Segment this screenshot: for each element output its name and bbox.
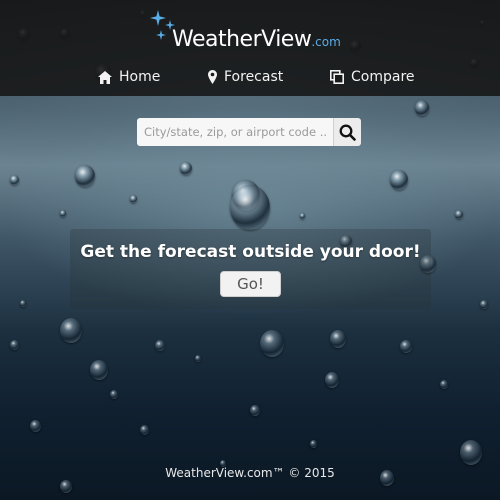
raindrop: [455, 210, 463, 219]
hero-title: Get the forecast outside your door!: [80, 242, 421, 262]
nav-item-forecast[interactable]: Forecast: [208, 66, 283, 88]
raindrop: [155, 340, 165, 351]
raindrop: [75, 165, 95, 187]
raindrop: [260, 330, 284, 357]
location-search-input[interactable]: [137, 118, 333, 146]
footer: WeatherView.com™ © 2015: [0, 466, 500, 480]
main-nav: Home Forecast Compare: [0, 62, 500, 90]
raindrop: [180, 162, 192, 175]
raindrop: [60, 318, 82, 343]
nav-item-label: Home: [119, 69, 161, 85]
search-icon: [339, 124, 356, 141]
raindrop: [440, 380, 448, 389]
search-button[interactable]: [333, 118, 361, 146]
raindrop: [390, 170, 408, 190]
raindrop: [230, 185, 270, 230]
brand-name: WeatherView.com: [172, 27, 341, 52]
nav-item-compare[interactable]: Compare: [330, 66, 415, 88]
raindrop: [60, 480, 72, 493]
brand-logo[interactable]: WeatherView.com: [150, 6, 350, 52]
nav-item-home[interactable]: Home: [98, 66, 160, 88]
raindrop: [310, 440, 317, 448]
raindrop: [20, 300, 26, 307]
raindrop: [60, 210, 66, 217]
home-icon: [98, 70, 112, 84]
nav-item-label: Forecast: [224, 69, 284, 85]
raindrop: [330, 330, 346, 348]
location-search-form: [137, 118, 361, 146]
raindrop: [460, 440, 482, 465]
raindrop: [415, 100, 429, 116]
raindrop: [250, 405, 260, 416]
raindrop: [195, 355, 201, 362]
raindrop: [10, 175, 19, 185]
nav-item-label: Compare: [351, 69, 415, 85]
raindrop: [10, 340, 19, 350]
go-button[interactable]: Go!: [220, 271, 281, 297]
raindrop: [140, 425, 149, 435]
raindrop: [30, 420, 41, 432]
hero-panel: Get the forecast outside your door! Go!: [70, 229, 431, 309]
copy-icon: [330, 70, 344, 84]
copyright-text: WeatherView.com™ © 2015: [165, 466, 335, 480]
raindrop: [480, 300, 488, 309]
raindrop: [130, 195, 137, 203]
raindrop: [300, 213, 305, 219]
raindrop: [110, 390, 118, 399]
map-pin-icon: [208, 70, 217, 84]
brand-suffix: .com: [311, 35, 341, 49]
raindrop: [400, 340, 412, 353]
top-navbar: WeatherView.com Home Forecast Compare: [0, 0, 500, 96]
raindrop: [90, 360, 108, 380]
raindrop: [325, 372, 339, 388]
